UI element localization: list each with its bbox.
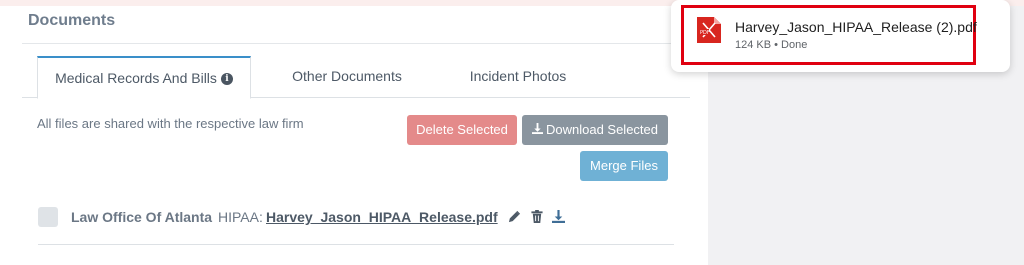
merge-files-label: Merge Files [590,158,658,173]
tab-label: Incident Photos [469,68,567,84]
section-title: Documents [28,12,116,29]
download-status: 124 KB • Done [735,39,808,51]
document-type-label: HIPAA: [218,209,263,225]
document-tabs: Medical Records And Bills i Other Documen… [22,56,690,99]
download-file-name[interactable]: Harvey_Jason_HIPAA_Release (2).pdf [735,19,977,35]
pdf-file-icon: PDF [697,17,721,43]
download-item-highlight[interactable] [681,5,976,65]
tab-other-documents[interactable]: Other Documents [277,56,417,97]
title-divider [22,43,708,44]
tab-label: Other Documents [292,68,402,84]
download-selected-button[interactable]: Download Selected [522,115,668,145]
merge-files-button[interactable]: Merge Files [580,151,668,181]
law-firm-name: Law Office Of Atlanta [71,209,213,225]
file-row: Law Office Of Atlanta HIPAA: Harvey_Jaso… [38,206,674,238]
svg-text:PDF: PDF [700,30,710,36]
shared-notice: All files are shared with the respective… [37,116,304,131]
delete-selected-label: Delete Selected [416,122,508,137]
file-checkbox[interactable] [38,207,58,227]
row-divider [38,244,674,245]
download-icon[interactable] [552,210,566,224]
delete-selected-button[interactable]: Delete Selected [407,115,517,145]
trash-icon[interactable] [531,210,545,224]
documents-card: Documents Medical Records And Bills i Oth… [22,6,708,265]
edit-pencil-icon[interactable] [508,210,522,224]
download-selected-label: Download Selected [545,122,659,137]
tab-medical-records[interactable]: Medical Records And Bills i [37,56,251,99]
info-icon[interactable]: i [220,73,233,86]
tab-incident-photos[interactable]: Incident Photos [450,56,586,97]
file-link[interactable]: Harvey_Jason_HIPAA_Release.pdf [266,209,498,225]
tab-label: Medical Records And Bills [55,70,217,86]
download-icon [531,116,543,146]
